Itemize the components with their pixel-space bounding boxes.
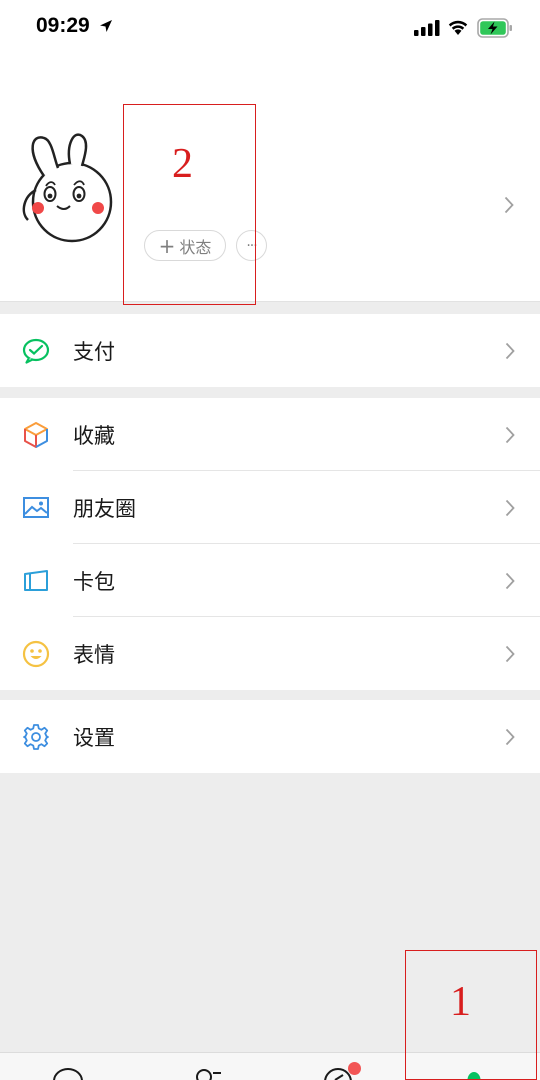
menu-item-moments[interactable]: 朋友圈 — [0, 471, 540, 544]
menu-item-label: 收藏 — [73, 423, 115, 448]
chevron-right-icon — [505, 572, 515, 589]
menu-group-pay: 支付 — [0, 314, 540, 387]
avatar[interactable] — [16, 130, 126, 245]
chats-icon[interactable] — [52, 1067, 84, 1080]
status-bar: 09:29 — [0, 0, 540, 60]
battery-charging-icon — [477, 18, 512, 38]
chevron-right-icon — [505, 645, 515, 662]
menu-item-stickers[interactable]: 表情 — [0, 617, 540, 690]
menu-item-pay[interactable]: 支付 — [0, 314, 540, 387]
contacts-icon[interactable] — [192, 1067, 224, 1080]
annotation-box-1 — [405, 950, 537, 1080]
menu-item-label: 卡包 — [73, 569, 115, 594]
annotation-box-2 — [123, 104, 256, 305]
annotation-label-1: 1 — [450, 979, 471, 1025]
status-time: 09:29 — [36, 14, 90, 37]
chevron-right-icon — [505, 499, 515, 516]
chevron-right-icon — [505, 728, 515, 745]
menu-item-card-wallet[interactable]: 卡包 — [0, 544, 540, 617]
chevron-right-icon — [505, 426, 515, 443]
settings-gear-icon — [23, 723, 49, 750]
discover-badge — [348, 1062, 361, 1075]
profile-header[interactable]: + 状态 ··· — [0, 60, 540, 302]
card-wallet-icon — [24, 569, 48, 591]
sticker-smiley-icon — [22, 640, 50, 667]
menu-group-settings: 设置 — [0, 700, 540, 773]
location-arrow-icon — [100, 20, 112, 32]
favorites-cube-icon — [24, 421, 48, 448]
menu-item-label: 支付 — [73, 339, 115, 364]
moments-picture-icon — [23, 496, 49, 518]
annotation-label-2: 2 — [172, 141, 193, 187]
menu-item-label: 设置 — [73, 725, 115, 750]
menu-item-label: 朋友圈 — [73, 496, 136, 521]
chevron-right-icon — [505, 342, 515, 359]
chevron-right-icon — [504, 196, 514, 214]
cellular-signal-icon — [414, 20, 440, 36]
menu-item-settings[interactable]: 设置 — [0, 700, 540, 773]
menu-item-favorites[interactable]: 收藏 — [0, 398, 540, 471]
menu-group-main: 收藏 朋友圈 卡包 表情 — [0, 398, 540, 690]
wifi-icon — [448, 20, 468, 35]
menu-item-label: 表情 — [73, 642, 115, 667]
wechat-pay-icon — [22, 338, 50, 364]
